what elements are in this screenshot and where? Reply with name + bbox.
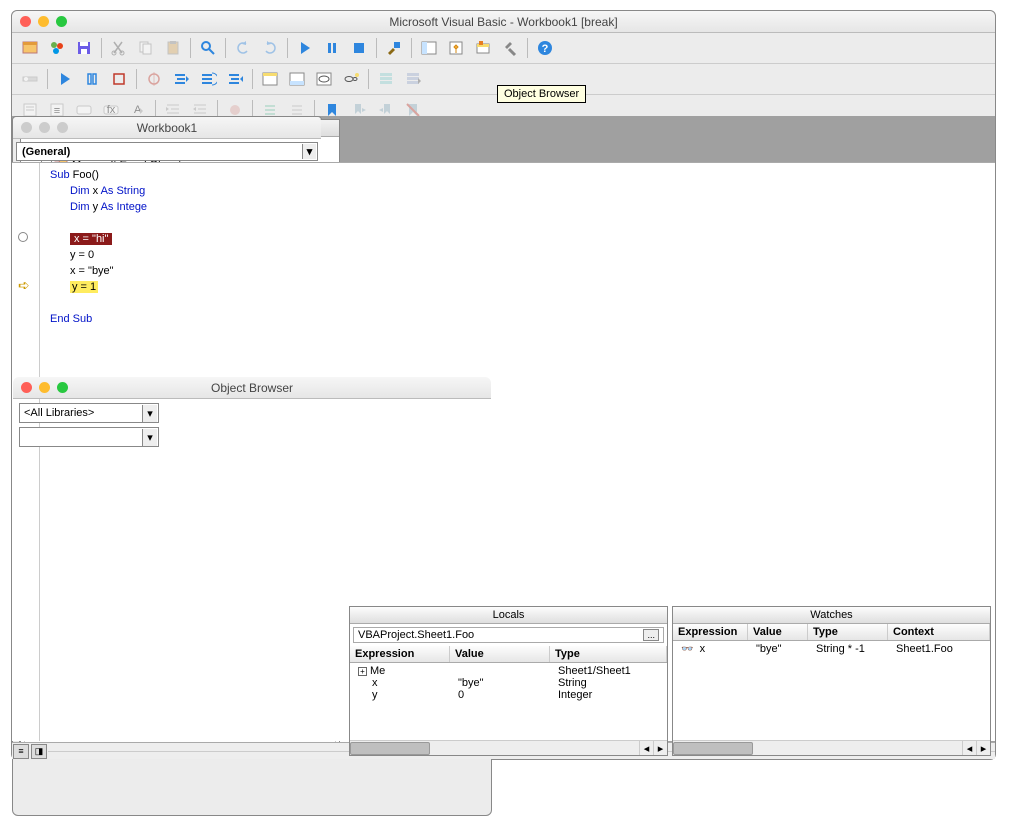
toolbox-button[interactable] [498, 36, 522, 60]
svg-text:fx: fx [107, 104, 116, 116]
watches-col-context[interactable]: Context [888, 624, 990, 640]
watch-window-button[interactable] [312, 67, 336, 91]
main-titlebar: Microsoft Visual Basic - Workbook1 [brea… [12, 11, 995, 33]
project-explorer-button[interactable] [417, 36, 441, 60]
watches-row[interactable]: 👓 x"bye"String * -1Sheet1.Foo [673, 643, 990, 655]
procedure-view-button[interactable]: ≡ [13, 744, 29, 759]
code-minimize-button[interactable] [39, 122, 50, 133]
help-button[interactable]: ? [533, 36, 557, 60]
code-title: Workbook1 [137, 121, 197, 135]
locals-scrollbar[interactable]: ◂▸ [350, 740, 667, 755]
cut-button[interactable] [107, 36, 131, 60]
call-stack-dots-button[interactable]: ... [643, 629, 659, 641]
code-close-button[interactable] [21, 122, 32, 133]
locals-window-button[interactable] [258, 67, 282, 91]
watches-scrollbar[interactable]: ◂▸ [673, 740, 990, 755]
object-browser-title: Object Browser [211, 381, 293, 395]
locals-row[interactable]: +MeSheet1/Sheet1 [350, 665, 667, 677]
code-object-combo[interactable]: (General) ▾ [16, 142, 318, 161]
watches-body[interactable]: 👓 x"bye"String * -1Sheet1.Foo [673, 641, 990, 740]
library-combo[interactable]: <All Libraries>▾ [19, 403, 159, 423]
watches-pane: Watches Expression Value Type Context 👓 … [672, 606, 991, 756]
standard-toolbar: ? [12, 33, 995, 64]
code-zoom-button[interactable] [57, 122, 68, 133]
watches-header: Watches [673, 607, 990, 624]
paste-button[interactable] [161, 36, 185, 60]
object-browser-titlebar: Object Browser [13, 377, 491, 399]
compile-button[interactable] [401, 67, 425, 91]
watches-col-expr[interactable]: Expression [673, 624, 748, 640]
undo-button[interactable] [231, 36, 255, 60]
save-button[interactable] [72, 36, 96, 60]
step-into-button[interactable] [169, 67, 193, 91]
redo-button[interactable] [258, 36, 282, 60]
tooltip: Object Browser [497, 85, 586, 103]
ob-minimize-button[interactable] [39, 382, 50, 393]
full-module-view-button[interactable]: ◨ [31, 744, 47, 759]
locals-col-type[interactable]: Type [550, 646, 667, 662]
close-window-button[interactable] [20, 16, 31, 27]
breakpoint-marker[interactable] [18, 232, 28, 242]
locals-body[interactable]: +MeSheet1/Sheet1x"bye"Stringy0Integer [350, 663, 667, 740]
ob-zoom-button[interactable] [57, 382, 68, 393]
step-over-button[interactable] [196, 67, 220, 91]
code-gutter[interactable]: ➪ [12, 163, 40, 741]
main-window: Microsoft Visual Basic - Workbook1 [brea… [11, 10, 996, 760]
current-line-marker: ➪ [18, 277, 30, 294]
locals-col-expr[interactable]: Expression [350, 646, 450, 662]
chevron-down-icon[interactable]: ▾ [302, 144, 316, 159]
stop-button[interactable] [107, 67, 131, 91]
copy-button[interactable] [134, 36, 158, 60]
design-mode-toggle[interactable] [18, 67, 42, 91]
break-button[interactable] [320, 36, 344, 60]
watches-col-value[interactable]: Value [748, 624, 808, 640]
locals-scope[interactable]: VBAProject.Sheet1.Foo... [353, 627, 664, 643]
immediate-window-button[interactable] [285, 67, 309, 91]
debug-area: Locals VBAProject.Sheet1.Foo... Expressi… [349, 606, 991, 756]
object-browser-button[interactable] [471, 36, 495, 60]
mdi-area: Project - VBAProject − VBAProject (Workb… [12, 116, 995, 759]
reset-button[interactable] [347, 36, 371, 60]
locals-header: Locals [350, 607, 667, 624]
locals-col-value[interactable]: Value [450, 646, 550, 662]
code-titlebar: Workbook1 [13, 117, 321, 139]
watches-col-type[interactable]: Type [808, 624, 888, 640]
search-combo[interactable]: ▾ [19, 427, 159, 447]
locals-row[interactable]: x"bye"String [350, 677, 667, 689]
quick-watch-button[interactable] [339, 67, 363, 91]
properties-window-button[interactable] [444, 36, 468, 60]
code-window: Workbook1 (General) ▾ ➪ Sub Foo() Dim x … [12, 116, 322, 376]
toggle-breakpoint-button[interactable] [142, 67, 166, 91]
locals-pane: Locals VBAProject.Sheet1.Foo... Expressi… [349, 606, 668, 756]
app-title: Microsoft Visual Basic - Workbook1 [brea… [389, 15, 617, 29]
find-button[interactable] [196, 36, 220, 60]
zoom-window-button[interactable] [56, 16, 67, 27]
step-out-button[interactable] [223, 67, 247, 91]
call-stack-button[interactable] [374, 67, 398, 91]
run-button[interactable] [293, 36, 317, 60]
svg-text:?: ? [542, 43, 549, 55]
run-sub-button[interactable] [53, 67, 77, 91]
locals-row[interactable]: y0Integer [350, 689, 667, 701]
ob-close-button[interactable] [21, 382, 32, 393]
pause-button[interactable] [80, 67, 104, 91]
insert-module-button[interactable] [45, 36, 69, 60]
view-code-button[interactable] [18, 36, 42, 60]
design-mode-button[interactable] [382, 36, 406, 60]
minimize-window-button[interactable] [38, 16, 49, 27]
